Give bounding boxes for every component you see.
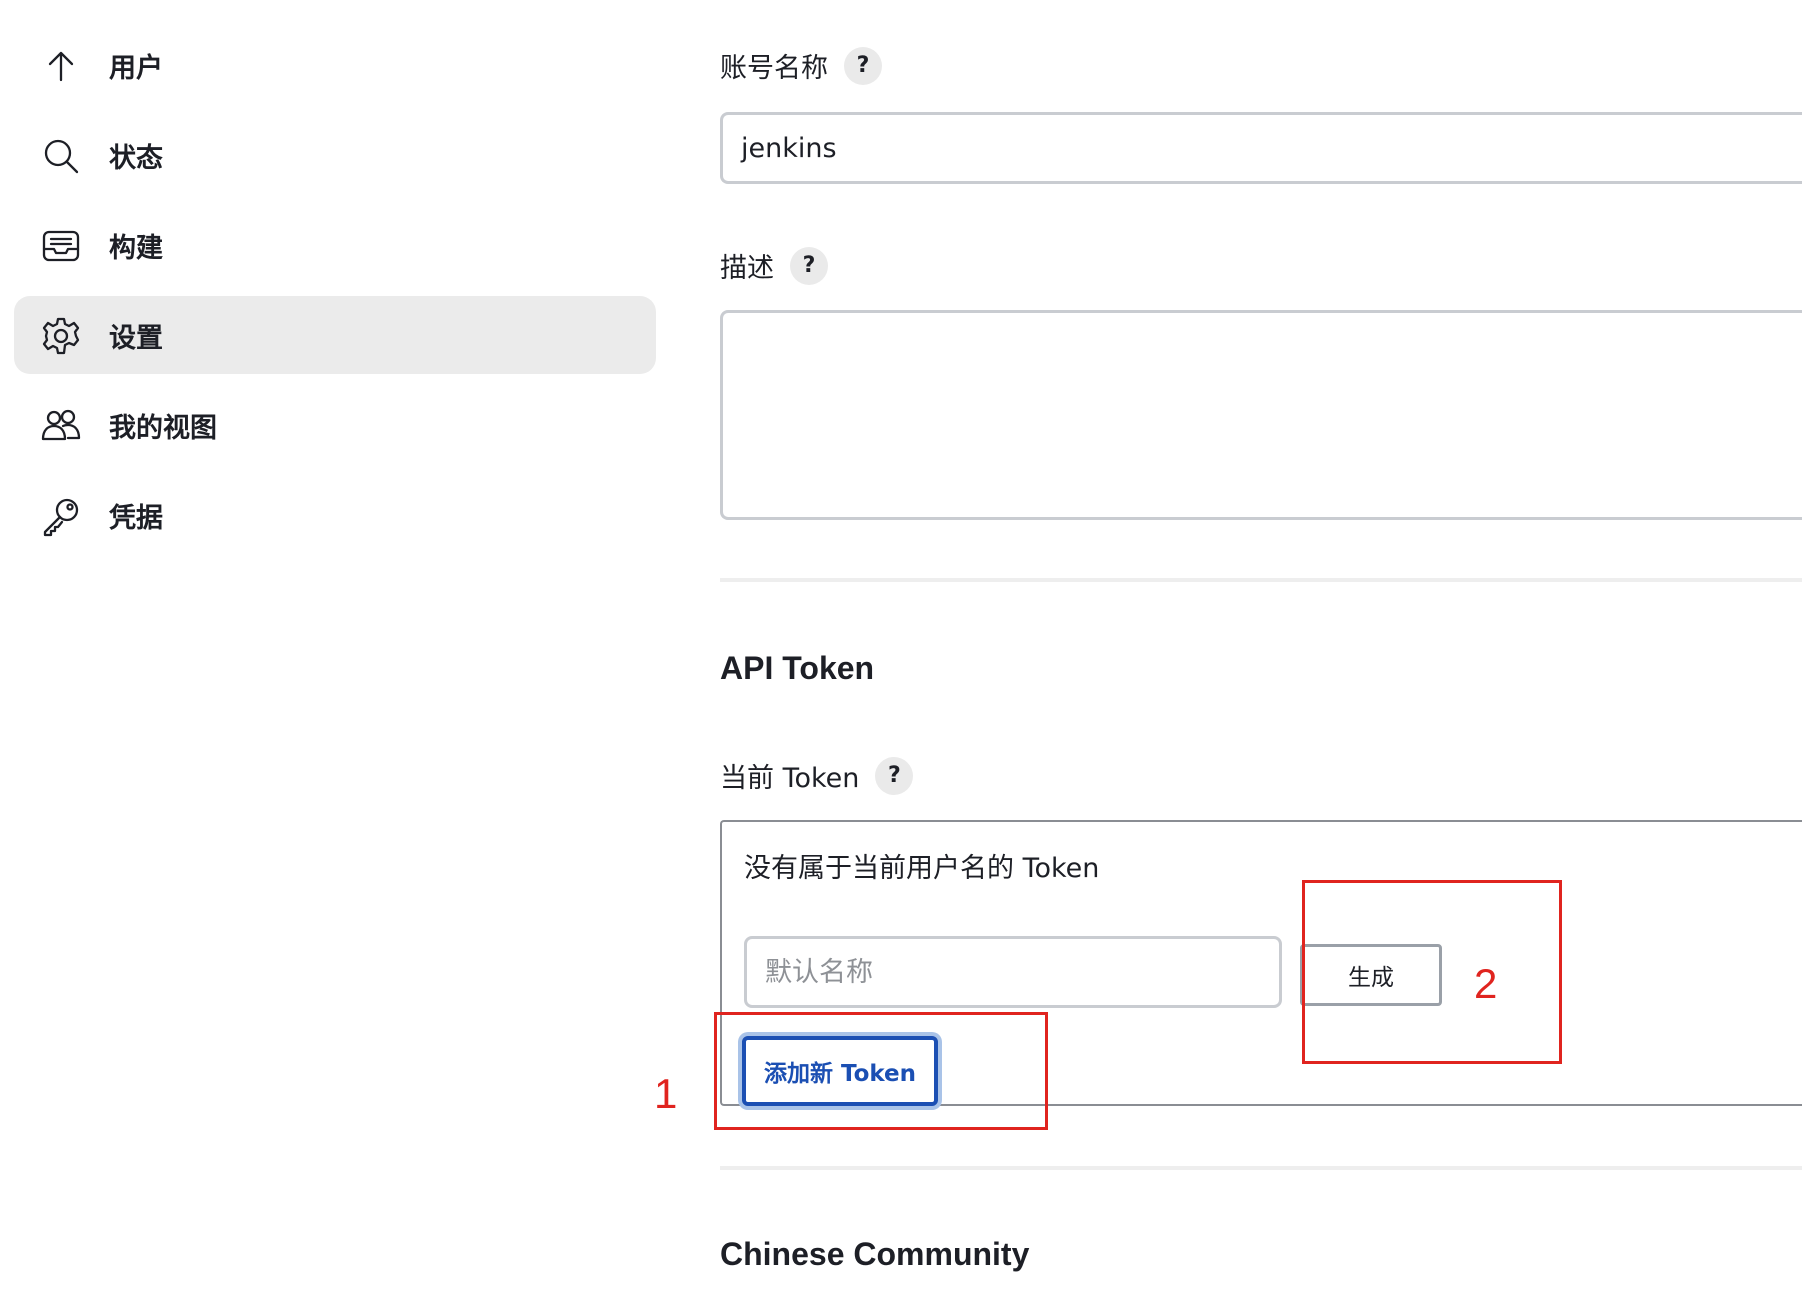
section-divider <box>720 578 1802 582</box>
arrow-up-icon <box>40 45 82 87</box>
current-token-label: 当前 Token ? <box>720 756 914 795</box>
sidebar-item-build[interactable]: 构建 <box>14 206 656 284</box>
account-name-label: 账号名称 ? <box>720 46 882 85</box>
description-label-text: 描述 <box>720 253 774 284</box>
account-name-label-text: 账号名称 <box>720 53 828 84</box>
help-icon[interactable]: ? <box>790 246 828 285</box>
key-icon <box>40 495 82 537</box>
chinese-community-section-title: Chinese Community <box>720 1236 1030 1272</box>
sidebar: 用户 状态 构建 设置 我的视图 凭据 <box>14 26 656 566</box>
sidebar-item-label: 用户 <box>109 52 163 84</box>
token-name-input[interactable] <box>744 936 1282 1008</box>
sidebar-item-label: 凭据 <box>109 502 163 534</box>
search-icon <box>40 135 82 177</box>
description-label: 描述 ? <box>720 246 828 285</box>
empty-token-message: 没有属于当前用户名的 Token <box>744 853 1100 884</box>
sidebar-item-label: 我的视图 <box>109 412 217 444</box>
section-divider <box>720 1166 1802 1170</box>
sidebar-item-label: 设置 <box>109 322 163 354</box>
account-name-input[interactable]: jenkins <box>720 112 1802 184</box>
inbox-icon <box>40 225 82 267</box>
sidebar-item-label: 构建 <box>109 232 163 264</box>
description-textarea[interactable] <box>720 310 1802 520</box>
sidebar-item-my-views[interactable]: 我的视图 <box>14 386 656 464</box>
annotation-box-1 <box>714 1012 1048 1130</box>
people-icon <box>40 405 82 447</box>
current-token-label-text: 当前 Token <box>720 763 860 794</box>
account-name-value: jenkins <box>741 132 837 164</box>
annotation-number-1: 1 <box>654 1070 678 1117</box>
api-token-section-title: API Token <box>720 650 875 686</box>
sidebar-item-users[interactable]: 用户 <box>14 26 656 104</box>
sidebar-item-credentials[interactable]: 凭据 <box>14 476 656 554</box>
sidebar-item-status[interactable]: 状态 <box>14 116 656 194</box>
annotation-box-2 <box>1302 880 1562 1064</box>
sidebar-item-settings[interactable]: 设置 <box>14 296 656 374</box>
help-icon[interactable]: ? <box>875 756 914 795</box>
annotation-number-2: 2 <box>1474 960 1498 1007</box>
sidebar-item-label: 状态 <box>109 142 163 174</box>
help-icon[interactable]: ? <box>844 46 882 85</box>
gear-icon <box>40 315 82 357</box>
